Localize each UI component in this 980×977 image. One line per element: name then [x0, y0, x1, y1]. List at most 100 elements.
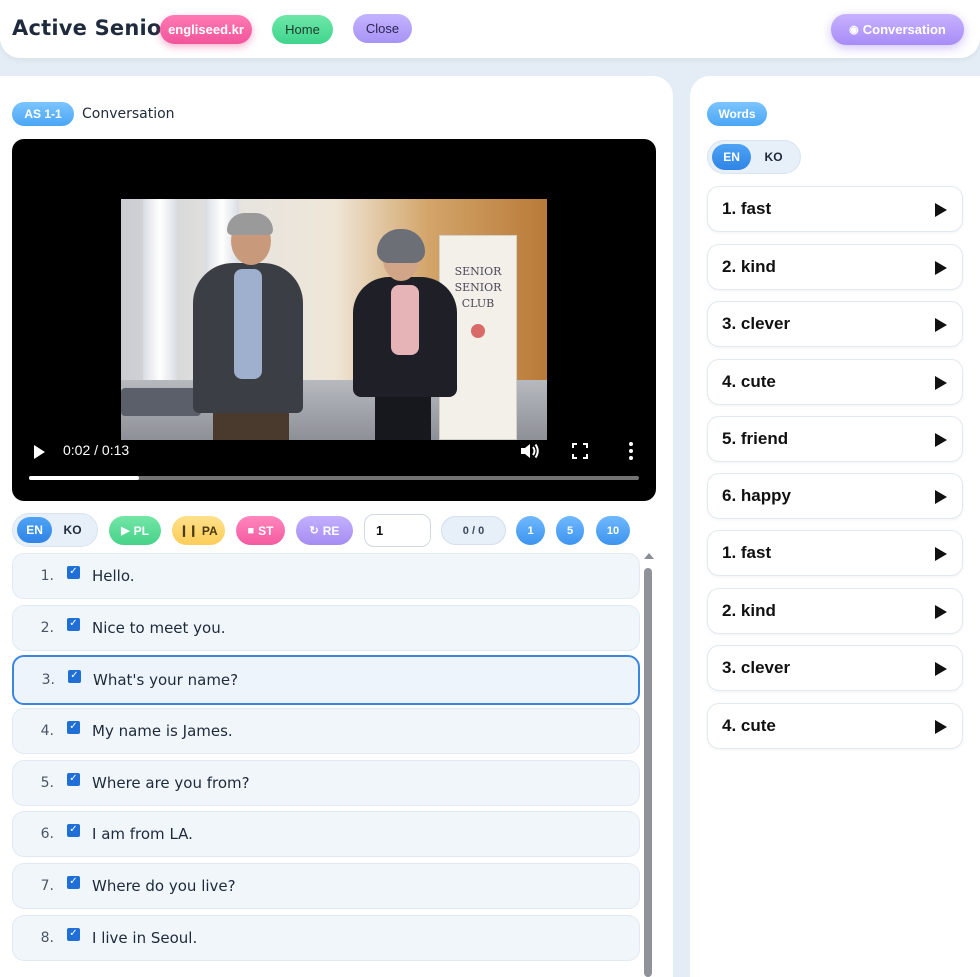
sentence-row[interactable]: 6. ✓ I am from LA.: [12, 811, 640, 857]
play-icon[interactable]: [935, 662, 947, 676]
word-item[interactable]: 1. fast: [707, 530, 963, 576]
scroll-up-arrow-icon[interactable]: [644, 553, 654, 559]
speed-10-button[interactable]: 10: [596, 516, 630, 545]
home-button[interactable]: Home: [272, 15, 333, 44]
play-icon[interactable]: [935, 605, 947, 619]
sentence-checkbox[interactable]: ✓: [67, 927, 80, 941]
conversation-button[interactable]: ◉ Conversation: [831, 14, 964, 45]
play-icon[interactable]: [34, 445, 45, 459]
play-icon[interactable]: [935, 376, 947, 390]
sentence-text: Where do you live?: [92, 877, 236, 895]
sentence-row[interactable]: 5. ✓ Where are you from?: [12, 760, 640, 806]
progress-counter: 0 / 0: [441, 516, 506, 545]
woman-figure: [375, 395, 431, 440]
video-player[interactable]: SENIOR SENIOR CLUB 0:02 / 0:13: [12, 139, 656, 501]
sentence-checkbox[interactable]: ✓: [67, 617, 80, 631]
volume-icon[interactable]: [519, 441, 541, 461]
speech-bubble-icon: ◉: [849, 24, 859, 36]
play-icon[interactable]: [935, 433, 947, 447]
video-time: 0:02 / 0:13: [63, 442, 130, 458]
sentence-text: My name is James.: [92, 722, 233, 740]
sentence-row[interactable]: 4. ✓ My name is James.: [12, 708, 640, 754]
word-label: 4. cute: [722, 716, 776, 735]
play-icon[interactable]: [935, 547, 947, 561]
word-label: 1. fast: [722, 199, 772, 218]
sentence-list-scrollbar[interactable]: [643, 550, 654, 977]
sentence-text: I am from LA.: [92, 825, 193, 843]
banner-logo: [471, 324, 485, 338]
word-item[interactable]: 2. kind: [707, 588, 963, 634]
sentence-text: What's your name?: [93, 671, 239, 689]
sentence-checkbox[interactable]: ✓: [67, 565, 80, 579]
woman-figure: [391, 285, 419, 355]
stop-icon: ■: [247, 524, 255, 537]
app-title: Active Senior: [12, 16, 173, 40]
repeat-count-input[interactable]: [364, 514, 431, 547]
sentence-row-active[interactable]: 3. ✓ What's your name?: [12, 655, 640, 705]
more-options-icon[interactable]: [624, 441, 638, 461]
play-icon[interactable]: [935, 318, 947, 332]
words-lang-en-button[interactable]: EN: [712, 144, 752, 170]
top-bar: Active Senior engliseed.kr Home Close ◉ …: [0, 0, 980, 58]
lang-ko-button[interactable]: KO: [52, 517, 93, 543]
word-item[interactable]: 4. cute: [707, 703, 963, 749]
sentence-list: 1. ✓ Hello. 2. ✓ Nice to meet you. 3. ✓ …: [12, 553, 641, 977]
close-button[interactable]: Close: [353, 14, 412, 43]
sentence-number: 5.: [40, 775, 54, 791]
words-badge: Words: [707, 102, 767, 126]
fullscreen-icon[interactable]: [572, 443, 588, 459]
play-icon[interactable]: [935, 720, 947, 734]
speed-5-button[interactable]: 5: [556, 516, 584, 545]
word-item[interactable]: 5. friend: [707, 416, 963, 462]
sentence-row[interactable]: 8. ✓ I live in Seoul.: [12, 915, 640, 961]
play-icon[interactable]: [935, 203, 947, 217]
sentence-number: 1.: [40, 568, 54, 584]
word-item[interactable]: 2. kind: [707, 244, 963, 290]
sentence-row[interactable]: 2. ✓ Nice to meet you.: [12, 605, 640, 651]
play-icon[interactable]: [935, 490, 947, 504]
word-label: 2. kind: [722, 257, 776, 276]
lang-en-button[interactable]: EN: [17, 517, 53, 543]
word-item[interactable]: 4. cute: [707, 359, 963, 405]
sentence-text: Where are you from?: [92, 774, 250, 792]
repeat-button[interactable]: ↻ RE: [296, 516, 353, 545]
section-title: Conversation: [82, 106, 175, 122]
sentence-checkbox[interactable]: ✓: [67, 875, 80, 889]
sentence-number: 7.: [40, 878, 54, 894]
words-lang-ko-button[interactable]: KO: [751, 144, 796, 170]
word-item[interactable]: 6. happy: [707, 473, 963, 519]
sentence-checkbox[interactable]: ✓: [67, 823, 80, 837]
sentence-number: 4.: [40, 723, 54, 739]
man-figure: [227, 213, 273, 235]
sentence-text: Nice to meet you.: [92, 619, 226, 637]
sentence-number: 8.: [40, 930, 54, 946]
word-label: 5. friend: [722, 429, 789, 448]
video-progress-bar[interactable]: [29, 476, 639, 480]
sentence-text: Hello.: [92, 567, 135, 585]
word-item[interactable]: 3. clever: [707, 645, 963, 691]
play-icon[interactable]: [935, 261, 947, 275]
sentence-number: 3.: [41, 672, 55, 688]
sentence-checkbox[interactable]: ✓: [68, 669, 81, 683]
sentence-language-toggle: EN KO: [12, 513, 98, 547]
lesson-badge: AS 1-1: [12, 102, 74, 126]
stop-button-label: ST: [258, 523, 274, 538]
sentence-checkbox[interactable]: ✓: [67, 772, 80, 786]
conversation-button-label: Conversation: [862, 22, 946, 37]
video-frame: SENIOR SENIOR CLUB: [121, 199, 547, 440]
sentence-row[interactable]: 7. ✓ Where do you live?: [12, 863, 640, 909]
word-item[interactable]: 1. fast: [707, 186, 963, 232]
video-progress-fill: [29, 476, 139, 480]
scrollbar-thumb[interactable]: [644, 568, 652, 977]
speed-1-button[interactable]: 1: [516, 516, 545, 545]
word-item[interactable]: 3. clever: [707, 301, 963, 347]
play-button[interactable]: ▶ PL: [109, 516, 161, 545]
stop-button[interactable]: ■ ST: [236, 516, 285, 545]
pause-button[interactable]: ❙❙ PA: [172, 516, 225, 545]
sentence-number: 6.: [40, 826, 54, 842]
word-label: 1. fast: [722, 543, 772, 562]
engliseed-link-button[interactable]: engliseed.kr: [160, 15, 252, 44]
sentence-row[interactable]: 1. ✓ Hello.: [12, 553, 640, 599]
sentence-checkbox[interactable]: ✓: [67, 720, 80, 734]
play-icon: ▶: [121, 525, 130, 537]
